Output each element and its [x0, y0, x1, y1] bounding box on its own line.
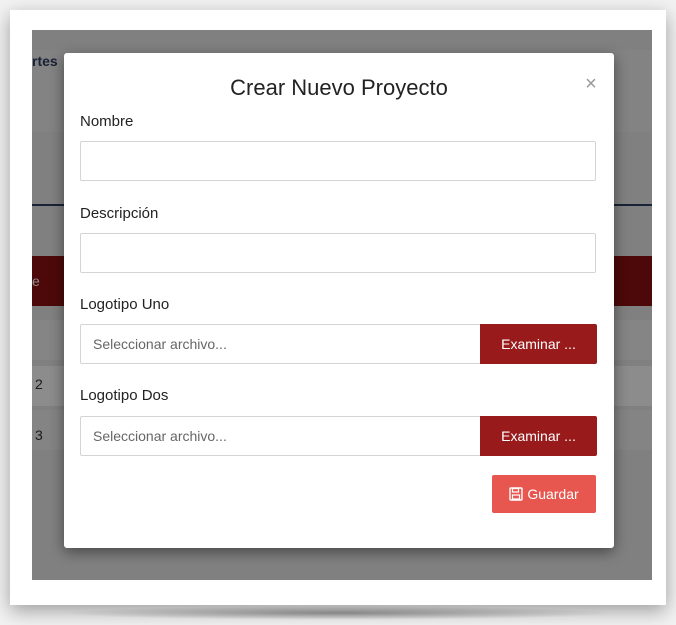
- close-icon: ×: [585, 73, 597, 95]
- logotipo-uno-file-text[interactable]: Seleccionar archivo...: [80, 324, 480, 364]
- logotipo-uno-label: Logotipo Uno: [80, 296, 170, 313]
- logotipo-dos-file-text[interactable]: Seleccionar archivo...: [80, 416, 480, 456]
- save-button[interactable]: Guardar: [492, 475, 596, 513]
- logotipo-uno-file-input: Seleccionar archivo... Examinar ...: [80, 324, 597, 364]
- descripcion-label: Descripción: [80, 205, 159, 222]
- nombre-input[interactable]: [80, 141, 596, 181]
- descripcion-input[interactable]: [80, 233, 596, 273]
- logotipo-uno-browse-button[interactable]: Examinar ...: [480, 324, 597, 364]
- nombre-label: Nombre: [80, 113, 134, 130]
- logotipo-dos-label: Logotipo Dos: [80, 387, 169, 404]
- frame-shadow: [60, 606, 616, 620]
- logotipo-dos-file-input: Seleccionar archivo... Examinar ...: [80, 416, 597, 456]
- floppy-disk-icon: [509, 477, 524, 501]
- close-button[interactable]: ×: [580, 73, 602, 95]
- create-project-modal: Crear Nuevo Proyecto × Nombre Descripció…: [64, 53, 614, 548]
- logotipo-dos-browse-button[interactable]: Examinar ...: [480, 416, 597, 456]
- modal-title: Crear Nuevo Proyecto: [230, 75, 448, 100]
- save-button-label: Guardar: [527, 486, 579, 502]
